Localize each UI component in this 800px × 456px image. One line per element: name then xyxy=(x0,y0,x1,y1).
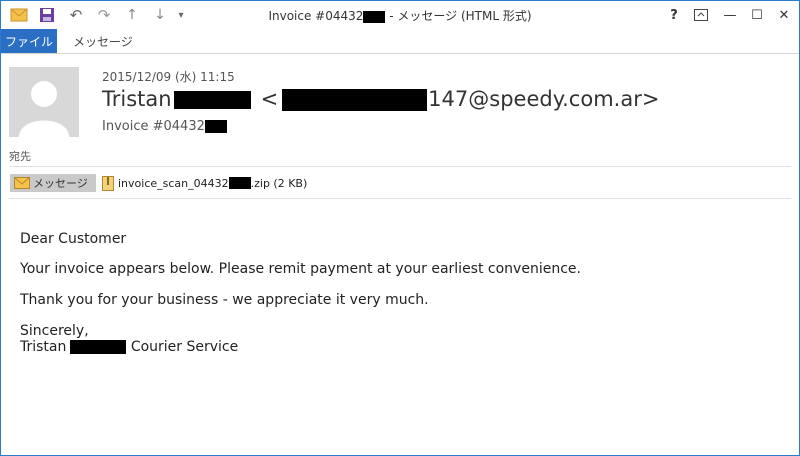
zip-file-icon xyxy=(102,175,114,191)
signature-redaction xyxy=(70,340,127,354)
signature: Tristan Courier Service xyxy=(20,339,581,355)
minimize-button[interactable]: — xyxy=(719,5,741,25)
mail-window: ↶ ↷ ↑ ↓ ▾ Invoice #04432 - メッセージ (HTML 形… xyxy=(0,0,800,456)
tab-message[interactable]: メッセージ xyxy=(73,29,133,53)
subject-prefix: Invoice #04432 xyxy=(102,119,205,134)
sender-name: Tristan xyxy=(102,87,172,111)
attachment-bar: メッセージ invoice_scan_04432 .zip (2 KB) xyxy=(1,166,799,200)
sender[interactable]: Tristan <147@speedy.com.ar> xyxy=(102,87,659,111)
attachment-name-prefix: invoice_scan_04432 xyxy=(118,176,229,190)
attachment-redaction xyxy=(228,177,251,189)
title-redaction xyxy=(363,10,386,23)
body-paragraph-1: Your invoice appears below. Please remit… xyxy=(20,261,581,277)
ribbon-display-button[interactable] xyxy=(690,5,712,25)
email-open-bracket: < xyxy=(260,87,279,111)
ribbon-tabs: ファイル メッセージ xyxy=(1,29,799,54)
closing: Sincerely, xyxy=(20,323,89,339)
title-subject-prefix: Invoice #04432 xyxy=(268,9,364,23)
help-button[interactable]: ? xyxy=(663,5,685,25)
body-paragraph-2: Thank you for your business - we appreci… xyxy=(20,292,429,308)
title-bar: ↶ ↷ ↑ ↓ ▾ Invoice #04432 - メッセージ (HTML 形… xyxy=(1,1,799,29)
email-redaction xyxy=(282,89,428,111)
divider xyxy=(9,198,791,199)
title-suffix: - メッセージ (HTML 形式) xyxy=(385,9,532,23)
close-button[interactable]: ✕ xyxy=(773,5,795,25)
greeting: Dear Customer xyxy=(20,231,127,247)
to-label: 宛先 xyxy=(9,150,31,163)
sent-date: 2015/12/09 (水) 11:15 xyxy=(102,70,235,84)
attachment-name-suffix: .zip (2 KB) xyxy=(250,176,308,190)
maximize-button[interactable]: ☐ xyxy=(746,5,768,25)
avatar xyxy=(9,67,79,137)
message-tab-label: メッセージ xyxy=(33,177,88,190)
sender-email-tail: 147@speedy.com.ar> xyxy=(428,87,660,111)
subject-redaction xyxy=(204,120,227,133)
sender-name-redaction xyxy=(173,91,251,109)
attachment-file[interactable]: invoice_scan_04432 .zip (2 KB) xyxy=(102,174,307,192)
signature-name: Tristan xyxy=(20,339,67,355)
divider xyxy=(9,166,791,167)
tab-file[interactable]: ファイル xyxy=(1,29,57,53)
message-attachment-tab[interactable]: メッセージ xyxy=(10,174,96,192)
subject: Invoice #04432 xyxy=(102,119,227,134)
envelope-icon xyxy=(14,177,30,189)
signature-suffix: Courier Service xyxy=(126,339,239,355)
message-body: Dear Customer Your invoice appears below… xyxy=(20,231,581,355)
